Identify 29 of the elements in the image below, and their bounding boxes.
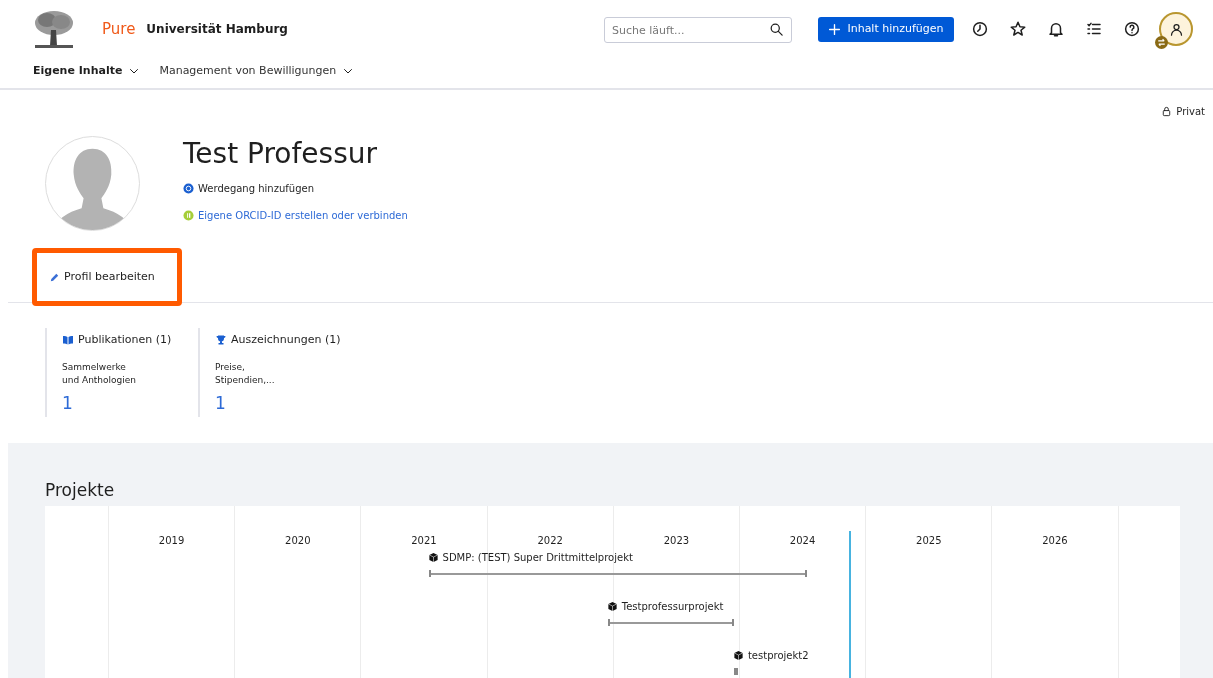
add-cv-link[interactable]: Werdegang hinzufügen — [183, 181, 408, 196]
brand-name: Pure — [102, 18, 136, 40]
section-title: Projekte — [45, 479, 116, 502]
institution-name: Universität Hamburg — [146, 21, 288, 38]
visibility-label: Privat — [1176, 105, 1205, 119]
nav-tab[interactable]: Management von Bewilligungen — [159, 62, 355, 80]
add-content-button[interactable]: Inhalt hinzufügen — [818, 16, 954, 42]
project-link[interactable]: testprojekt2 — [732, 648, 809, 663]
project-link[interactable]: Testprofessurprojekt — [606, 599, 724, 614]
nav-tab[interactable]: Eigene Inhalte — [33, 62, 141, 80]
year-label: 2019 — [157, 534, 186, 548]
year-label: 2022 — [536, 534, 564, 548]
stat-title-link[interactable]: Publikationen (1) — [62, 332, 198, 349]
stat-count-link[interactable]: 1 — [62, 392, 198, 413]
project-link[interactable]: SDMP: (TEST) Super Drittmittelprojekt — [427, 550, 633, 565]
year-label: 2024 — [788, 534, 817, 548]
orcid-link[interactable]: Eigene ORCID-ID erstellen oder verbinden — [183, 208, 408, 223]
year-label: 2023 — [662, 534, 691, 548]
year-label: 2026 — [1041, 534, 1069, 548]
year-label: 2021 — [410, 534, 438, 548]
stat-description: Sammelwerke und Anthologien — [62, 360, 138, 387]
year-label: 2025 — [915, 534, 943, 548]
year-label: 2020 — [284, 534, 312, 548]
search-field[interactable]: Suche läuft... — [604, 17, 792, 43]
stat-title-link[interactable]: Auszeichnungen (1) — [215, 332, 348, 349]
stat-count-link[interactable]: 1 — [215, 392, 348, 413]
stat-description: Preise, Stipendien,... — [215, 360, 276, 387]
edit-profile-link[interactable]: Profil bearbeiten — [32, 248, 182, 306]
profile-name: Test Professur — [183, 137, 378, 171]
